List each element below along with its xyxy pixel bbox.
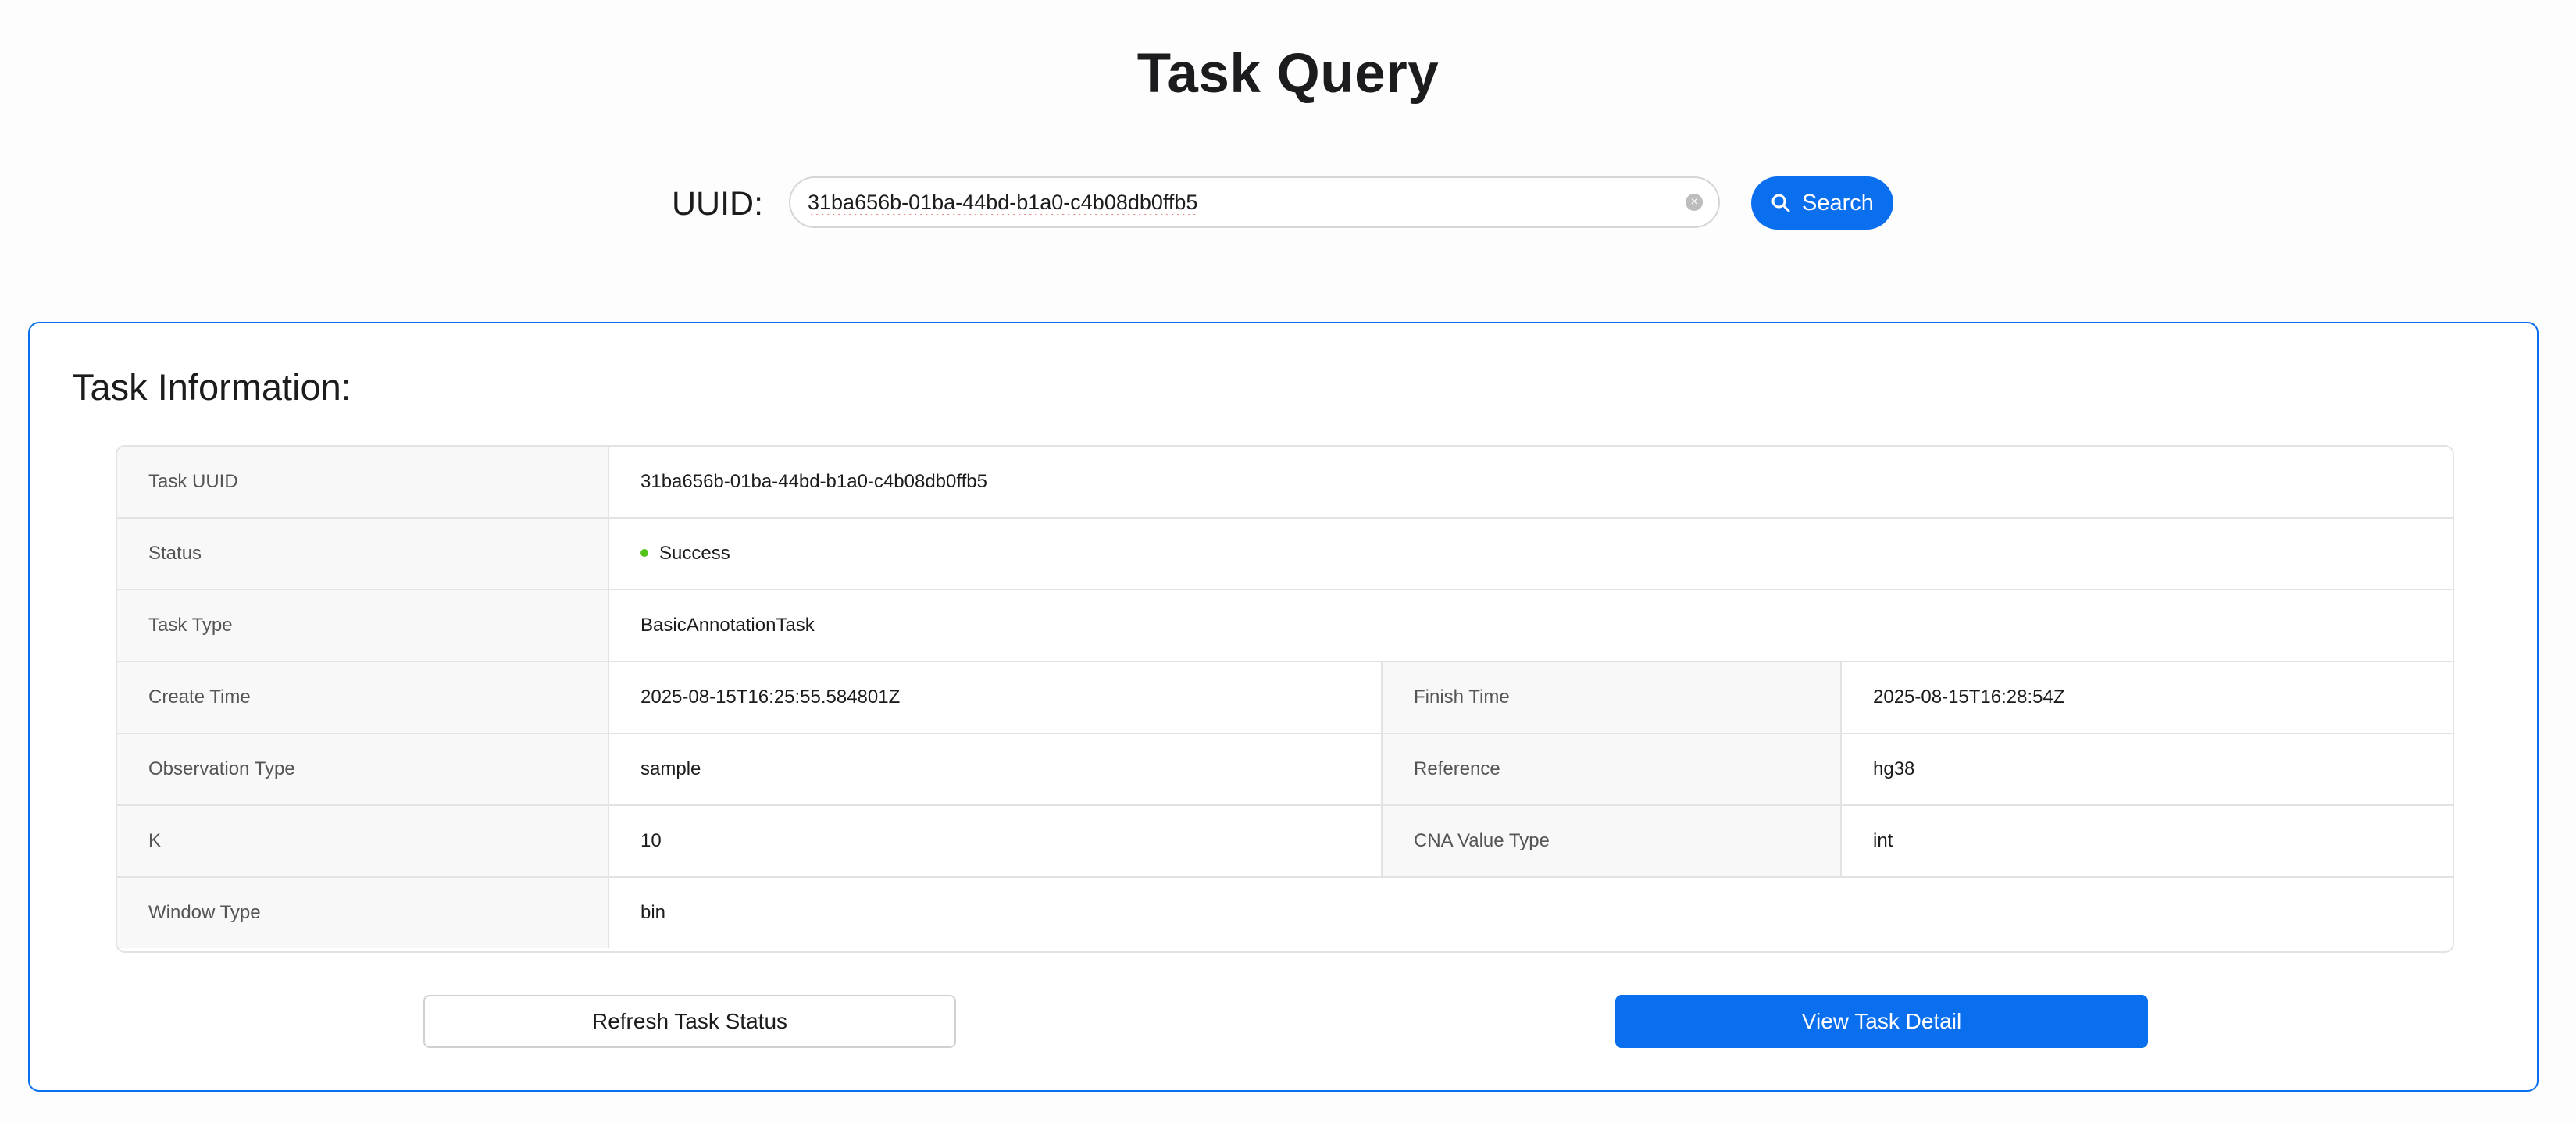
page-title: Task Query [1136,43,1440,105]
table-row-status: Status Success [117,519,2453,590]
close-circle-icon[interactable]: × [1686,194,1703,211]
cna-value-type-value: int [1842,806,2453,876]
create-time-value: 2025-08-15T16:25:55.584801Z [609,662,1383,733]
cna-value-type-label: CNA Value Type [1383,806,1842,876]
task-type-value: BasicAnnotationTask [609,590,2453,661]
k-value: 10 [609,806,1383,876]
uuid-input-container[interactable]: × [789,176,1720,228]
observation-type-value: sample [609,734,1383,804]
task-info-table: Task UUID 31ba656b-01ba-44bd-b1a0-c4b08d… [116,445,2454,953]
window-type-value: bin [609,878,2453,948]
task-type-label: Task Type [117,590,609,661]
observation-type-label: Observation Type [117,734,609,804]
uuid-label: UUID: [672,185,764,223]
status-value-cell: Success [609,519,2453,589]
table-row-window-type: Window Type bin [117,878,2453,950]
table-row-task-uuid: Task UUID 31ba656b-01ba-44bd-b1a0-c4b08d… [117,447,2453,519]
search-icon [1771,193,1791,213]
finish-time-value: 2025-08-15T16:28:54Z [1842,662,2453,733]
task-info-heading: Task Information: [72,366,351,408]
refresh-task-status-button[interactable]: Refresh Task Status [423,995,956,1048]
search-button-label: Search [1802,190,1874,216]
window-type-label: Window Type [117,878,609,948]
status-label: Status [117,519,609,589]
uuid-input[interactable] [808,178,1667,226]
create-time-label: Create Time [117,662,609,733]
task-info-card: Task Information: Task UUID 31ba656b-01b… [28,322,2539,1092]
reference-label: Reference [1383,734,1842,804]
table-row-k-cna: K 10 CNA Value Type int [117,806,2453,878]
status-dot-icon [640,548,648,557]
status-value: Success [659,543,730,564]
table-row-observation-reference: Observation Type sample Reference hg38 [117,734,2453,806]
view-task-detail-button[interactable]: View Task Detail [1615,995,2148,1048]
search-button[interactable]: Search [1751,176,1893,230]
task-uuid-label: Task UUID [117,447,609,517]
finish-time-label: Finish Time [1383,662,1842,733]
k-label: K [117,806,609,876]
table-row-task-type: Task Type BasicAnnotationTask [117,590,2453,662]
task-uuid-value: 31ba656b-01ba-44bd-b1a0-c4b08db0ffb5 [609,447,2453,517]
reference-value: hg38 [1842,734,2453,804]
search-bar: UUID: × Search [0,176,2576,231]
table-row-times: Create Time 2025-08-15T16:25:55.584801Z … [117,662,2453,734]
